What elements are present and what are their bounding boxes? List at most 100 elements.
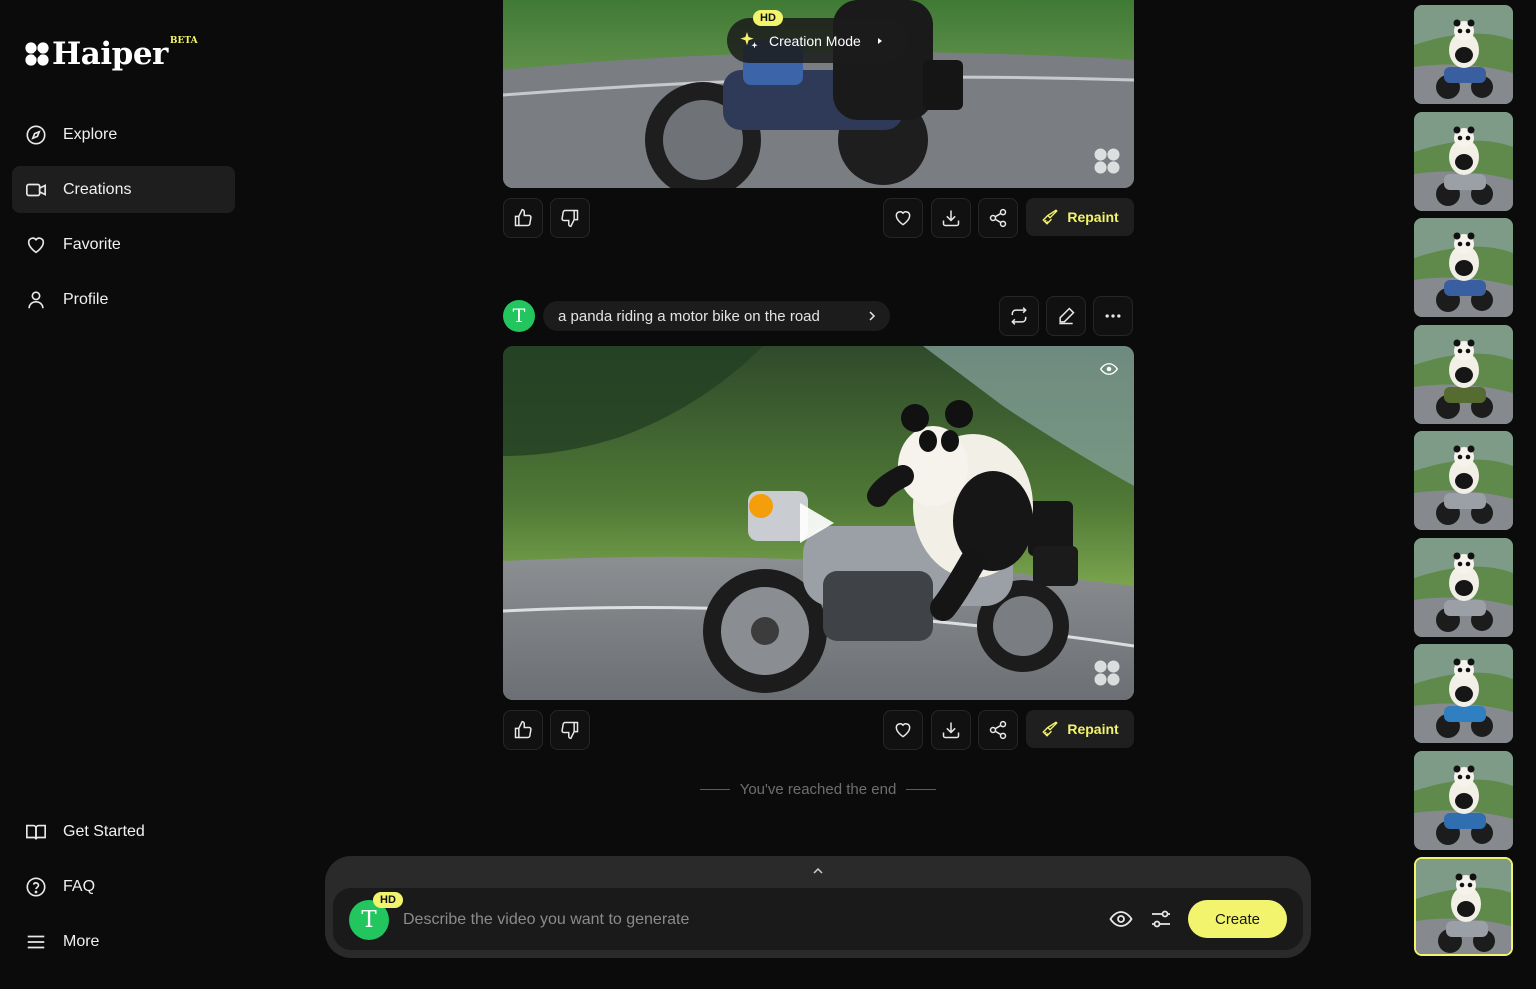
share-icon — [989, 720, 1007, 740]
prompt-pill[interactable]: a panda riding a motor bike on the road — [543, 301, 890, 331]
share-button[interactable] — [978, 198, 1018, 238]
download-button[interactable] — [931, 198, 971, 238]
video-thumbnail[interactable] — [1414, 111, 1513, 211]
hd-badge: HD — [373, 892, 403, 908]
favorite-button[interactable] — [883, 710, 923, 750]
sidebar-item-faq[interactable]: FAQ — [12, 863, 235, 910]
thumbs-down-button[interactable] — [550, 710, 590, 750]
video-thumbnail[interactable] — [1414, 324, 1513, 424]
share-button[interactable] — [978, 710, 1018, 750]
play-icon[interactable] — [796, 501, 836, 545]
caret-right-icon — [877, 37, 882, 44]
video-camera-icon — [26, 183, 46, 196]
haiper-logo-icon — [25, 42, 49, 66]
thumbs-up-button[interactable] — [503, 198, 543, 238]
composer-input-bar: T Create — [333, 888, 1303, 950]
sidebar-item-label: More — [63, 932, 100, 950]
video-thumbnail[interactable] — [1414, 750, 1513, 850]
regenerate-button[interactable] — [999, 296, 1039, 336]
more-horizontal-icon — [1105, 314, 1121, 318]
heart-icon — [895, 211, 911, 226]
heart-icon — [895, 723, 911, 738]
thumbnail-image — [1414, 324, 1513, 424]
thumbs-down-button[interactable] — [550, 198, 590, 238]
video-thumbnail[interactable] — [1414, 5, 1513, 104]
sidebar-item-label: FAQ — [63, 877, 96, 895]
book-icon — [26, 824, 46, 839]
question-circle-icon — [26, 876, 46, 897]
thumbs-up-icon — [514, 720, 532, 739]
sparkle-icon — [740, 31, 758, 48]
video-thumbnail[interactable] — [1414, 537, 1513, 637]
video-thumbnail[interactable] — [1414, 431, 1513, 530]
prompt-text: a panda riding a motor bike on the road — [558, 307, 820, 325]
favorite-button[interactable] — [883, 198, 923, 238]
repeat-icon — [1011, 307, 1027, 325]
paintbrush-icon — [1042, 209, 1059, 225]
haiper-watermark-icon — [1094, 148, 1120, 174]
prompt-composer: T Create — [325, 856, 1311, 958]
haiper-logo[interactable]: Haiper BETA — [24, 36, 198, 72]
download-button[interactable] — [931, 710, 971, 750]
repaint-button[interactable]: Repaint — [1026, 710, 1134, 748]
repaint-label: Repaint — [1067, 209, 1119, 225]
sidebar-item-more[interactable]: More — [12, 918, 235, 965]
download-icon — [942, 210, 960, 227]
chevron-right-icon — [869, 311, 876, 321]
chevron-up-icon[interactable] — [812, 866, 824, 876]
download-icon — [942, 722, 960, 739]
thumbs-down-icon — [561, 209, 579, 228]
menu-icon — [27, 935, 45, 948]
thumbnail-image — [1414, 431, 1513, 530]
sidebar-item-creations[interactable]: Creations — [12, 166, 235, 213]
sidebar-item-label: Explore — [63, 125, 118, 143]
sidebar-item-profile[interactable]: Profile — [12, 276, 235, 323]
thumbs-up-button[interactable] — [503, 710, 543, 750]
create-button[interactable]: Create — [1188, 900, 1287, 938]
eye-icon[interactable] — [1109, 907, 1133, 931]
share-icon — [989, 208, 1007, 228]
beta-label: BETA — [169, 36, 198, 46]
repaint-button[interactable]: Repaint — [1026, 198, 1134, 236]
repaint-label: Repaint — [1067, 721, 1119, 737]
end-of-feed-note: You've reached the end — [690, 781, 946, 798]
creation-mode-button[interactable]: Creation Mode — [727, 18, 907, 63]
prompt-input[interactable] — [403, 908, 1083, 932]
thumbnail-image — [1416, 859, 1511, 954]
sidebar-item-label: Favorite — [63, 235, 121, 253]
settings-sliders-icon[interactable] — [1149, 907, 1173, 931]
video-thumbnail[interactable] — [1414, 218, 1513, 317]
thumbs-down-icon — [561, 721, 579, 740]
paintbrush-icon — [1042, 721, 1059, 737]
thumbnail-image — [1414, 111, 1513, 211]
thumbnail-image — [1414, 218, 1513, 317]
thumbs-up-icon — [514, 208, 532, 227]
visibility-eye-icon[interactable] — [1100, 361, 1118, 377]
thumbnail-image — [1414, 5, 1513, 104]
thumbnail-image — [1414, 537, 1513, 637]
brand-name: Haiper — [52, 36, 168, 72]
video-thumbnail[interactable] — [1414, 857, 1513, 956]
sidebar-item-label: Get Started — [63, 822, 145, 840]
sidebar-item-explore[interactable]: Explore — [12, 111, 235, 158]
edit-prompt-button[interactable] — [1046, 296, 1086, 336]
thumbnail-image — [1414, 750, 1513, 850]
creation-mode-label: Creation Mode — [769, 32, 861, 49]
sidebar-item-label: Profile — [63, 290, 109, 308]
divider — [906, 789, 937, 790]
avatar[interactable]: T — [503, 300, 535, 332]
user-icon — [28, 290, 44, 308]
sidebar-item-favorite[interactable]: Favorite — [12, 221, 235, 268]
sidebar-item-get-started[interactable]: Get Started — [12, 808, 235, 855]
divider — [699, 789, 730, 790]
sidebar-item-label: Creations — [63, 180, 132, 198]
video-thumbnail[interactable] — [1414, 644, 1513, 743]
thumbnail-image — [1414, 644, 1513, 743]
heart-icon — [27, 236, 45, 253]
end-of-feed-text: You've reached the end — [739, 781, 897, 798]
compass-icon — [26, 124, 46, 145]
haiper-watermark-icon — [1094, 660, 1120, 686]
pencil-icon — [1059, 307, 1075, 325]
hd-badge: HD — [753, 10, 783, 26]
more-options-button[interactable] — [1093, 296, 1133, 336]
